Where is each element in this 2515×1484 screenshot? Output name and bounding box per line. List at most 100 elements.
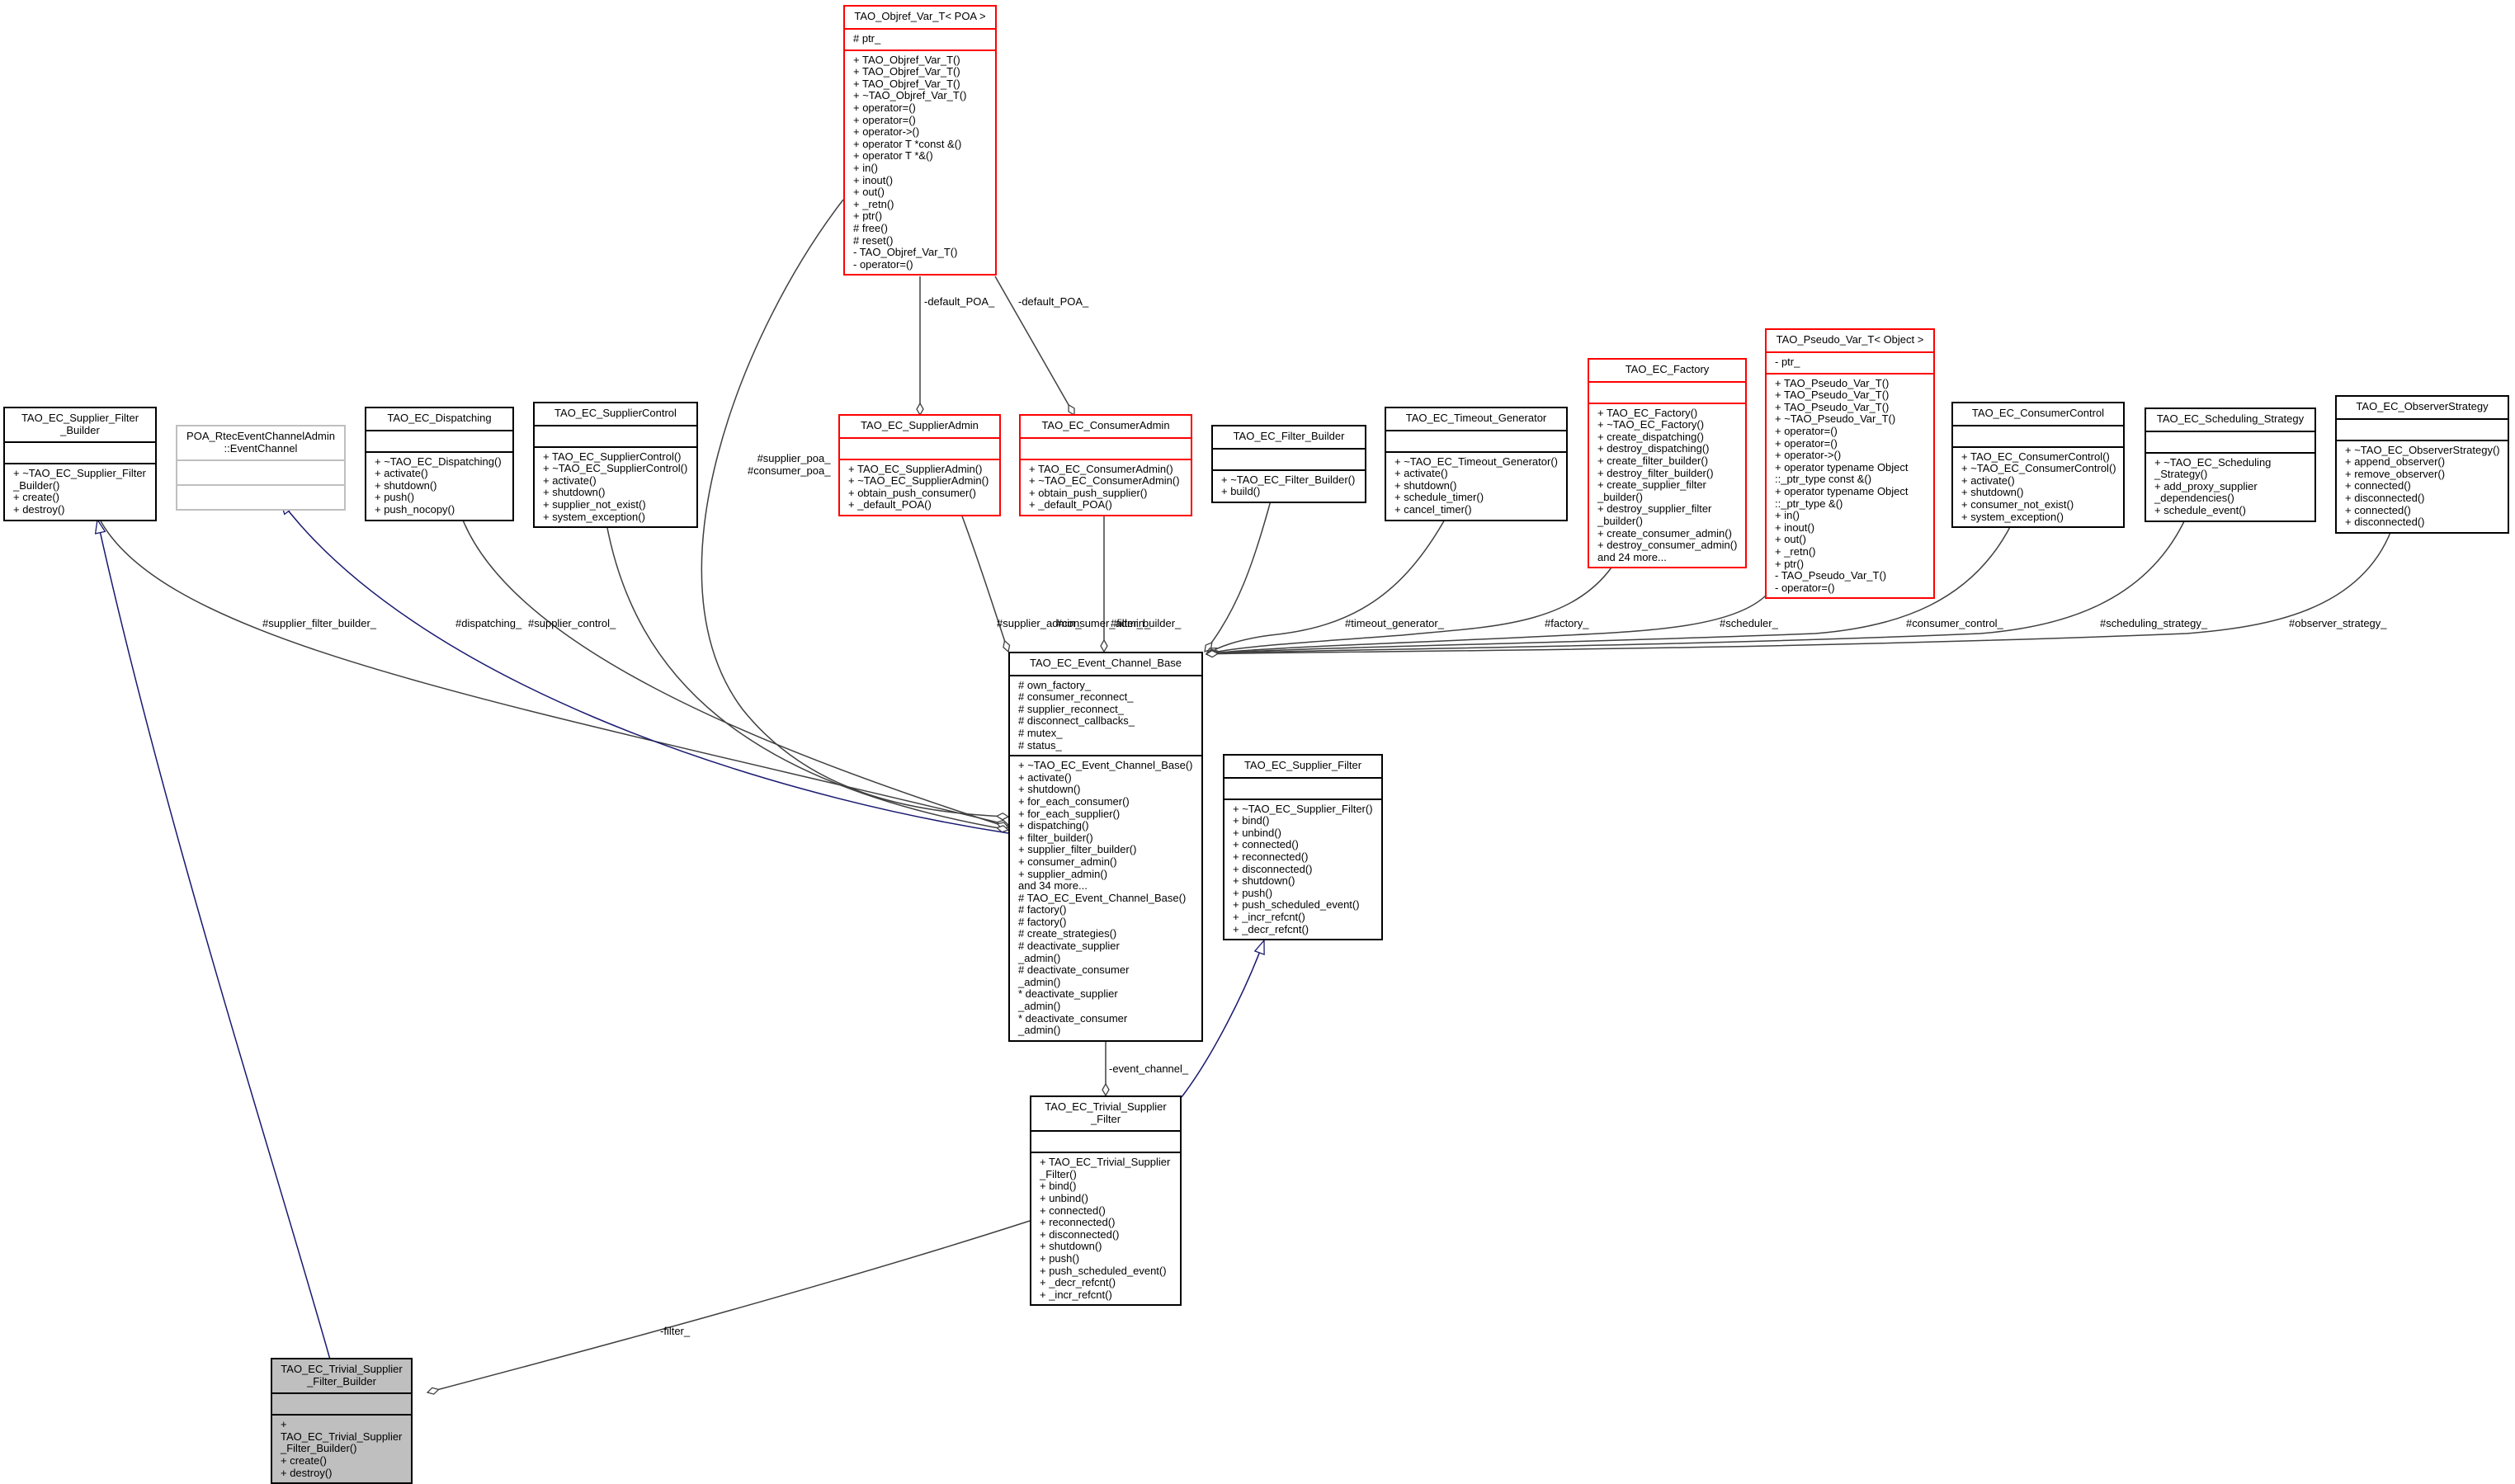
edge-supplier-filter-builder: [98, 517, 1008, 825]
class-dispatching[interactable]: TAO_EC_Dispatching + ~TAO_EC_Dispatching…: [365, 407, 514, 521]
class-consumer-admin[interactable]: TAO_EC_ConsumerAdmin + TAO_EC_ConsumerAd…: [1019, 414, 1192, 516]
class-supplier-filter-builder[interactable]: TAO_EC_Supplier_Filter _Builder + ~TAO_E…: [3, 407, 157, 521]
edge-label-default-poa-1: -default_POA_: [924, 295, 995, 308]
class-method: + remove_observer(): [2345, 467, 2446, 480]
class-methods: + ~TAO_EC_Event_Channel_Base() + activate…: [1010, 755, 1201, 1040]
class-methods: + ~TAO_EC_Filter_Builder() + build(): [1213, 469, 1365, 502]
class-attributes: # ptr_: [845, 27, 995, 49]
class-title: POA_RtecEventChannelAdmin ::EventChannel: [186, 430, 335, 455]
edge-label-event-channel: -event_channel_: [1109, 1062, 1189, 1075]
class-method: + _default_POA(): [1029, 498, 1112, 511]
class-supplier-admin[interactable]: TAO_EC_SupplierAdmin + TAO_EC_SupplierAd…: [838, 414, 1001, 516]
class-method: + operator T *&(): [853, 149, 933, 163]
edge-filter-builder: [1205, 500, 1272, 652]
class-pseudo-var[interactable]: TAO_Pseudo_Var_T< Object > - ptr_ + TAO_…: [1765, 328, 1935, 600]
class-title: TAO_EC_ObserverStrategy: [2356, 400, 2489, 412]
class-trivial-supplier-filter[interactable]: TAO_EC_Trivial_Supplier _Filter + TAO_EC…: [1030, 1095, 1182, 1307]
class-method: * deactivate_consumer _admin(): [1018, 1011, 1128, 1037]
class-methods: + TAO_EC_Factory() + ~TAO_EC_Factory() + c…: [1589, 402, 1745, 568]
class-method: + shutdown(): [1040, 1240, 1102, 1253]
class-methods: + TAO_EC_ConsumerAdmin() + ~TAO_EC_Consum…: [1021, 458, 1191, 515]
class-method: + system_exception(): [1961, 510, 2064, 523]
class-method: + create(): [281, 1453, 327, 1467]
class-consumer-control[interactable]: TAO_EC_ConsumerControl + TAO_EC_Consumer…: [1951, 402, 2125, 529]
class-method: + filter_builder(): [1018, 831, 1093, 844]
class-method: + _incr_refcnt(): [1040, 1288, 1112, 1301]
class-scheduling-strategy[interactable]: TAO_EC_Scheduling_Strategy + ~TAO_EC_Sch…: [2145, 408, 2316, 522]
class-method: + _decr_refcnt(): [1233, 922, 1309, 935]
edge-inherit-supplier-filter-builder: [97, 520, 331, 1360]
class-attributes: [177, 459, 344, 484]
class-attributes: [366, 429, 512, 451]
class-factory[interactable]: TAO_EC_Factory + TAO_EC_Factory() + ~TAO_…: [1588, 358, 1747, 569]
edge-dispatching: [461, 517, 1008, 827]
edge-label-consumer-control: #consumer_control_: [1906, 617, 2003, 629]
class-method: # TAO_EC_Event_Channel_Base(): [1018, 891, 1187, 904]
class-method: + destroy(): [281, 1466, 333, 1479]
edge-label-supplier-filter-builder: #supplier_filter_builder_: [262, 617, 377, 629]
class-supplier-control[interactable]: TAO_EC_SupplierControl + TAO_EC_Supplier…: [533, 402, 698, 529]
class-title: TAO_EC_Supplier_Filter: [1243, 759, 1362, 771]
edge-label-dispatching: #dispatching_: [455, 617, 522, 629]
class-attributes: [1224, 776, 1381, 799]
class-attributes: [535, 424, 696, 446]
class-method: + operator->(): [853, 125, 920, 139]
class-event-channel-base[interactable]: TAO_EC_Event_Channel_Base # own_factory_…: [1008, 652, 1203, 1042]
class-trivial-supplier-filter-builder[interactable]: TAO_EC_Trivial_Supplier _Filter_Builder …: [271, 1358, 413, 1484]
class-title: TAO_EC_Supplier_Filter _Builder: [21, 412, 139, 436]
class-methods: + ~TAO_EC_Supplier_Filter() + bind() + unb…: [1224, 798, 1381, 940]
class-title: TAO_Objref_Var_T< POA >: [854, 10, 986, 22]
class-observer-strategy[interactable]: TAO_EC_ObserverStrategy + ~TAO_EC_Observ…: [2335, 395, 2509, 534]
class-filter-builder[interactable]: TAO_EC_Filter_Builder + ~TAO_EC_Filter_B…: [1211, 425, 1366, 503]
class-title: TAO_EC_Dispatching: [387, 412, 492, 424]
class-attributes: [1589, 380, 1745, 403]
edge-inherit-poa-event-channel: [281, 501, 1009, 834]
class-title: TAO_EC_SupplierAdmin: [861, 419, 979, 431]
edge-label-supplier-consumer-poa: #supplier_poa_ #consumer_poa_: [748, 452, 831, 477]
class-title: TAO_EC_Trivial_Supplier _Filter: [1045, 1100, 1167, 1125]
class-timeout-generator[interactable]: TAO_EC_Timeout_Generator + ~TAO_EC_Timeo…: [1385, 407, 1568, 521]
class-method: + operator T *const &(): [853, 137, 962, 150]
class-methods: + TAO_EC_SupplierAdmin() + ~TAO_EC_Suppli…: [840, 458, 999, 515]
edge-label-timeout-generator: #timeout_generator_: [1345, 617, 1444, 629]
class-method: + push_scheduled_event(): [1233, 898, 1360, 912]
class-method: + ~TAO_EC_Factory(): [1597, 418, 1705, 431]
class-method: - TAO_Objref_Var_T(): [853, 246, 958, 259]
class-method: + in(): [1775, 509, 1800, 522]
class-attributes: - ptr_: [1767, 351, 1933, 373]
class-method: + add_proxy_supplier _dependencies(): [2154, 479, 2258, 505]
class-method: + dispatching(): [1018, 819, 1089, 832]
class-methods: + TAO_EC_Trivial_Supplier _Filter_Builde…: [272, 1414, 411, 1482]
class-method: + out(): [1775, 533, 1806, 546]
class-method: + activate(): [1394, 467, 1448, 480]
class-method: + activate(): [375, 467, 428, 480]
class-methods: + ~TAO_EC_Supplier_Filter _Builder() + cr…: [5, 463, 155, 519]
class-method: # factory(): [1018, 903, 1067, 916]
class-method: + TAO_Objref_Var_T(): [853, 53, 960, 66]
class-methods: + ~TAO_EC_Scheduling _Strategy() + add_pr…: [2146, 451, 2314, 521]
class-supplier-filter[interactable]: TAO_EC_Supplier_Filter + ~TAO_EC_Supplie…: [1223, 754, 1383, 941]
class-method: + ~TAO_EC_Supplier_Filter _Builder(): [13, 467, 146, 492]
class-attribute: # consumer_reconnect_: [1018, 690, 1134, 704]
class-attributes: [1213, 447, 1365, 469]
class-method: + unbind(): [1040, 1191, 1088, 1204]
class-method: + reconnected(): [1040, 1216, 1116, 1229]
class-title: TAO_EC_Scheduling_Strategy: [2156, 412, 2305, 425]
class-objref-var[interactable]: TAO_Objref_Var_T< POA > # ptr_ + TAO_Obj…: [843, 5, 997, 276]
class-method: - operator=(): [1775, 581, 1835, 594]
class-poa-event-channel[interactable]: POA_RtecEventChannelAdmin ::EventChannel: [176, 425, 346, 511]
class-attributes: [2337, 417, 2508, 440]
class-method: + system_exception(): [543, 510, 645, 523]
class-method: + bind(): [1233, 814, 1270, 827]
class-method: + ~TAO_Pseudo_Var_T(): [1775, 412, 1896, 426]
class-method: + ~TAO_EC_Event_Channel_Base(): [1018, 759, 1193, 772]
class-method: + shutdown(): [1961, 486, 2024, 499]
class-method: + destroy_filter_builder(): [1597, 466, 1714, 479]
class-methods: + ~TAO_EC_ObserverStrategy() + append_obs…: [2337, 439, 2508, 532]
class-method: + TAO_EC_Trivial_Supplier _Filter_Builde…: [281, 1418, 403, 1455]
class-methods: + ~TAO_EC_Timeout_Generator() + activate(…: [1386, 450, 1566, 520]
edge-label-factory: #factory_: [1545, 617, 1589, 629]
class-method: + shutdown(): [1394, 478, 1457, 492]
class-method: and 24 more...: [1597, 550, 1667, 563]
class-title: TAO_EC_ConsumerAdmin: [1041, 419, 1170, 431]
